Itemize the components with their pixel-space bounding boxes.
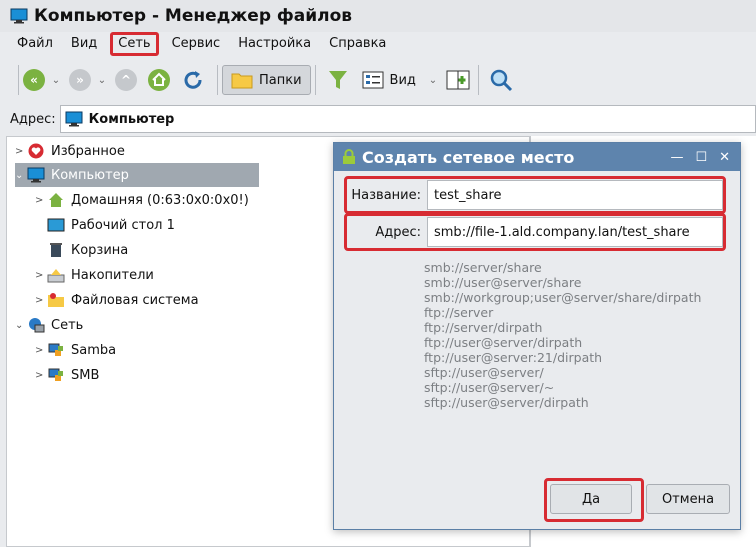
tree-item-drives[interactable]: > Накопители (35, 263, 154, 287)
menu-settings[interactable]: Настройка (229, 32, 320, 56)
expand-arrow-icon[interactable]: > (35, 370, 47, 381)
up-icon: ^ (115, 69, 137, 91)
name-label: Название: (351, 187, 421, 203)
filter-button[interactable] (328, 65, 348, 95)
monitor-icon (65, 111, 83, 127)
address-bar: Адрес: Компьютер (0, 104, 756, 134)
window-title: Компьютер - Менеджер файлов (34, 6, 353, 26)
address-field-row: Адрес: smb://file-1.ald.company.lan/test… (344, 213, 726, 251)
refresh-icon (184, 71, 202, 89)
refresh-button[interactable] (181, 65, 205, 95)
expand-arrow-icon[interactable]: > (35, 295, 47, 306)
home-icon (148, 69, 170, 91)
split-view-button[interactable] (446, 65, 470, 95)
search-button[interactable] (489, 65, 513, 95)
home-button[interactable] (147, 65, 171, 95)
tree-item-favorites[interactable]: > Избранное (15, 139, 125, 163)
collapse-arrow-icon[interactable]: ⌄ (15, 320, 27, 331)
tree-item-home[interactable]: > Домашняя (0:63:0x0:0x0!) (35, 188, 249, 212)
trash-icon (47, 242, 65, 258)
cancel-button[interactable]: Отмена (646, 484, 730, 514)
up-button[interactable]: ^ (115, 65, 137, 95)
menu-help[interactable]: Справка (320, 32, 395, 56)
tree-item-smb[interactable]: > SMB (35, 363, 99, 387)
forward-button[interactable]: » (69, 65, 91, 95)
tree-item-samba[interactable]: > Samba (35, 338, 116, 362)
example-line: smb://workgroup;user@server/share/dirpat… (424, 290, 702, 305)
window-titlebar: Компьютер - Менеджер файлов (0, 0, 756, 32)
monitor-icon (10, 8, 28, 24)
filter-icon (328, 71, 347, 89)
address-field[interactable]: Компьютер (59, 105, 756, 133)
view-button-label: Вид (389, 72, 416, 88)
smb-icon (47, 367, 65, 383)
filesystem-icon (47, 292, 65, 308)
dialog-address-label: Адрес: (375, 224, 421, 240)
address-examples: smb://server/share smb://user@server/sha… (424, 260, 701, 410)
example-line: sftp://user@server/~ (424, 380, 555, 395)
dialog-title: Создать сетевое место (362, 147, 575, 167)
menubar: Файл Вид Сеть Сервис Настройка Справка (0, 32, 756, 56)
collapse-arrow-icon[interactable]: ⌄ (15, 170, 27, 181)
example-line: ftp://server (424, 305, 494, 320)
menu-file[interactable]: Файл (8, 32, 62, 56)
address-input[interactable]: smb://file-1.ald.company.lan/test_share (427, 217, 723, 247)
folders-button-label: Папки (259, 72, 302, 88)
maximize-icon[interactable]: ☐ (695, 150, 707, 165)
minimize-icon[interactable]: — (670, 150, 683, 165)
address-value: Компьютер (88, 111, 175, 127)
expand-arrow-icon[interactable]: > (15, 146, 27, 157)
forward-dropdown-icon[interactable]: ⌄ (95, 75, 109, 86)
view-button[interactable]: Вид (356, 71, 422, 89)
menu-service[interactable]: Сервис (163, 32, 230, 56)
view-list-icon (362, 71, 384, 89)
toolbar-separator (18, 65, 19, 95)
back-button[interactable]: « (23, 65, 45, 95)
desktop-icon (47, 217, 65, 233)
example-line: smb://server/share (424, 260, 542, 275)
example-line: sftp://user@server/ (424, 365, 544, 380)
home-icon (47, 192, 65, 208)
tree-item-trash[interactable]: Корзина (47, 238, 128, 262)
expand-arrow-icon[interactable]: > (35, 270, 47, 281)
example-line: ftp://user@server:21/dirpath (424, 350, 603, 365)
drives-icon (47, 267, 65, 283)
tree-item-desktop[interactable]: Рабочий стол 1 (47, 213, 175, 237)
split-view-icon (446, 70, 470, 90)
toolbar-separator (314, 65, 316, 95)
menu-network[interactable]: Сеть (110, 32, 159, 56)
toolbar: « ⌄ » ⌄ ^ Папки Вид ⌄ (0, 60, 756, 100)
search-icon (490, 69, 512, 92)
address-label: Адрес: (10, 111, 56, 127)
dialog-titlebar: Создать сетевое место — ☐ ✕ (334, 143, 740, 171)
example-line: ftp://server/dirpath (424, 320, 543, 335)
example-line: sftp://user@server/dirpath (424, 395, 589, 410)
heart-icon (27, 143, 45, 159)
name-field-row: Название: test_share (344, 176, 726, 214)
samba-icon (47, 342, 65, 358)
toolbar-separator (217, 65, 218, 95)
network-icon (27, 317, 45, 333)
lock-icon (343, 149, 355, 164)
name-input[interactable]: test_share (427, 180, 723, 210)
expand-arrow-icon[interactable]: > (35, 195, 47, 206)
back-icon: « (23, 69, 45, 91)
tree-item-network[interactable]: ⌄ Сеть (15, 313, 83, 337)
folder-icon (231, 73, 253, 89)
toolbar-separator (477, 65, 479, 95)
example-line: smb://user@server/share (424, 275, 582, 290)
expand-arrow-icon[interactable]: > (35, 345, 47, 356)
view-dropdown-icon[interactable]: ⌄ (426, 75, 440, 86)
tree-item-filesystem[interactable]: > Файловая система (35, 288, 199, 312)
menu-view[interactable]: Вид (62, 32, 106, 56)
ok-button[interactable]: Да (550, 484, 632, 514)
monitor-icon (27, 167, 45, 183)
back-dropdown-icon[interactable]: ⌄ (49, 75, 63, 86)
close-icon[interactable]: ✕ (719, 150, 730, 165)
forward-icon: » (69, 69, 91, 91)
example-line: ftp://user@server/dirpath (424, 335, 583, 350)
tree-item-computer[interactable]: ⌄ Компьютер (15, 163, 259, 187)
folders-button[interactable]: Папки (222, 65, 311, 95)
create-network-place-dialog: Создать сетевое место — ☐ ✕ Название: te… (333, 142, 741, 530)
